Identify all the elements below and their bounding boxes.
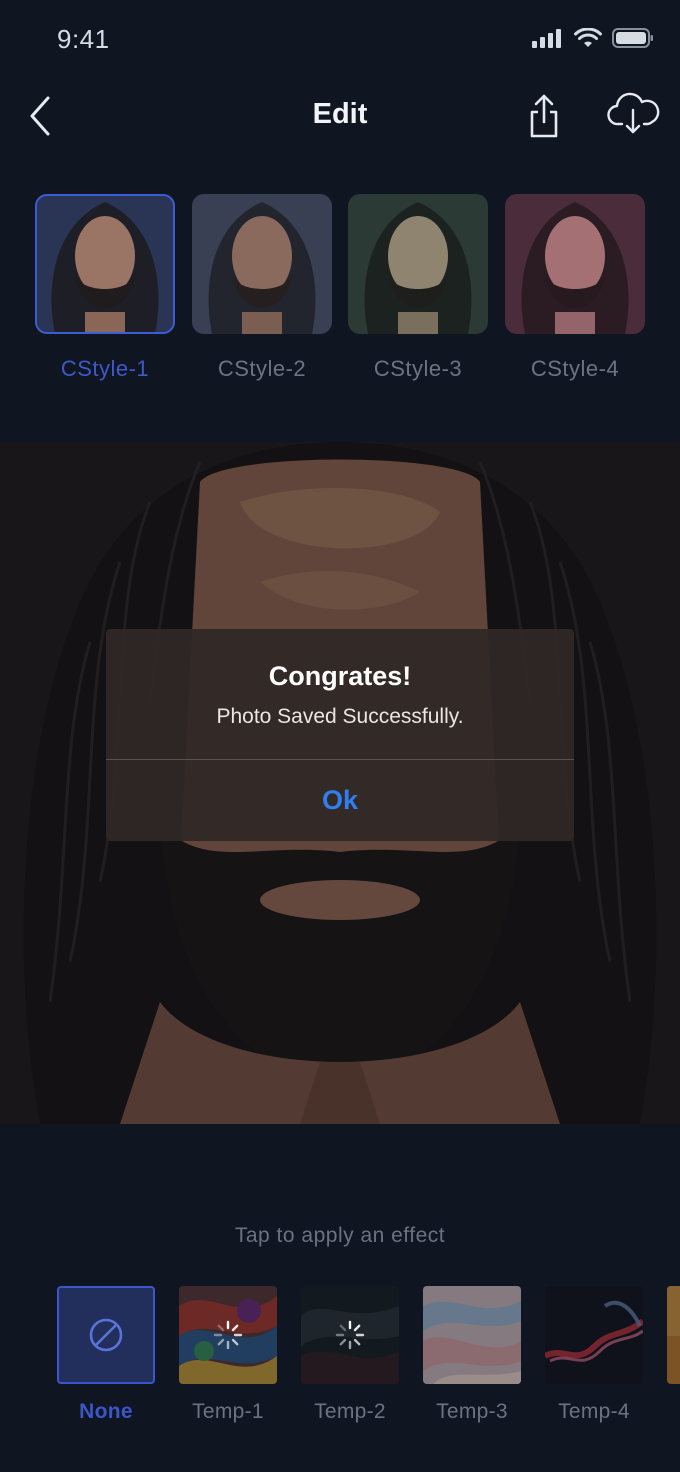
style-label: CStyle-2 <box>217 356 307 381</box>
cloud-download-icon <box>607 92 660 134</box>
share-button[interactable] <box>522 92 566 140</box>
style-label: CStyle-1 <box>60 356 150 381</box>
style-thumbnail <box>505 194 645 334</box>
thumbnail-dim-overlay <box>423 1286 521 1384</box>
style-thumbnail <box>348 194 488 334</box>
effect-thumbnail <box>423 1286 521 1384</box>
style-option-1[interactable]: CStyle-1 <box>35 194 175 382</box>
effect-label: Temp-4 <box>558 1400 630 1423</box>
effect-option-temp-4[interactable]: Temp-4 <box>545 1286 643 1424</box>
effect-thumbnail <box>57 1286 155 1384</box>
portrait-thumbnail-image <box>505 194 645 334</box>
ok-button[interactable]: Ok <box>106 760 574 841</box>
effect-thumbnail <box>545 1286 643 1384</box>
effect-option-partial[interactable]: T <box>667 1286 680 1424</box>
thumbnail-dim-overlay <box>545 1286 643 1384</box>
status-time: 9:41 <box>57 24 110 54</box>
cellular-signal-icon <box>532 29 561 48</box>
effect-selector: None Temp-1 Temp-2 Temp-3 Temp-4 <box>0 1286 680 1446</box>
wifi-icon <box>574 28 602 47</box>
style-thumbnail <box>192 194 332 334</box>
style-option-4[interactable]: CStyle-4 <box>505 194 645 382</box>
loading-spinner-icon <box>213 1320 243 1350</box>
effect-option-temp-1[interactable]: Temp-1 <box>179 1286 277 1424</box>
alert-message: Photo Saved Successfully. <box>216 705 464 728</box>
effect-option-none[interactable]: None <box>57 1286 155 1424</box>
effect-label: Temp-2 <box>314 1400 386 1423</box>
effect-label: None <box>79 1400 133 1423</box>
effect-thumbnail <box>301 1286 399 1384</box>
thumbnail-dim-overlay <box>667 1286 680 1384</box>
cloud-download-button[interactable] <box>606 92 660 136</box>
effect-thumbnail <box>667 1286 680 1384</box>
effect-label: Temp-1 <box>192 1400 264 1423</box>
alert-title: Congrates! <box>268 661 412 691</box>
effect-option-temp-3[interactable]: Temp-3 <box>423 1286 521 1424</box>
loading-spinner-icon <box>335 1320 365 1350</box>
page-title: Edit <box>312 98 368 130</box>
portrait-thumbnail-image <box>348 194 488 334</box>
portrait-thumbnail-image <box>192 194 332 334</box>
effect-option-temp-2[interactable]: Temp-2 <box>301 1286 399 1424</box>
status-bar: 9:41 <box>0 0 680 80</box>
nav-bar: Edit <box>0 80 680 152</box>
style-option-3[interactable]: CStyle-3 <box>348 194 488 382</box>
style-label: CStyle-3 <box>373 356 463 381</box>
effect-label: T <box>667 1400 680 1424</box>
style-selector: CStyle-1 CStyle-2 CStyle-3 CStyle-4 <box>0 194 680 394</box>
style-thumbnail <box>35 194 175 334</box>
style-label: CStyle-4 <box>530 356 620 381</box>
style-option-2[interactable]: CStyle-2 <box>192 194 332 382</box>
battery-icon <box>612 28 653 48</box>
portrait-thumbnail-image <box>35 194 175 334</box>
share-icon <box>530 94 558 138</box>
effect-label: Temp-3 <box>436 1400 508 1423</box>
status-icons <box>532 28 654 48</box>
effect-hint-text: Tap to apply an effect <box>234 1224 446 1247</box>
effect-thumbnail <box>179 1286 277 1384</box>
prohibited-icon <box>89 1318 123 1352</box>
success-alert-dialog: Congrates! Photo Saved Successfully. Ok <box>106 629 574 841</box>
